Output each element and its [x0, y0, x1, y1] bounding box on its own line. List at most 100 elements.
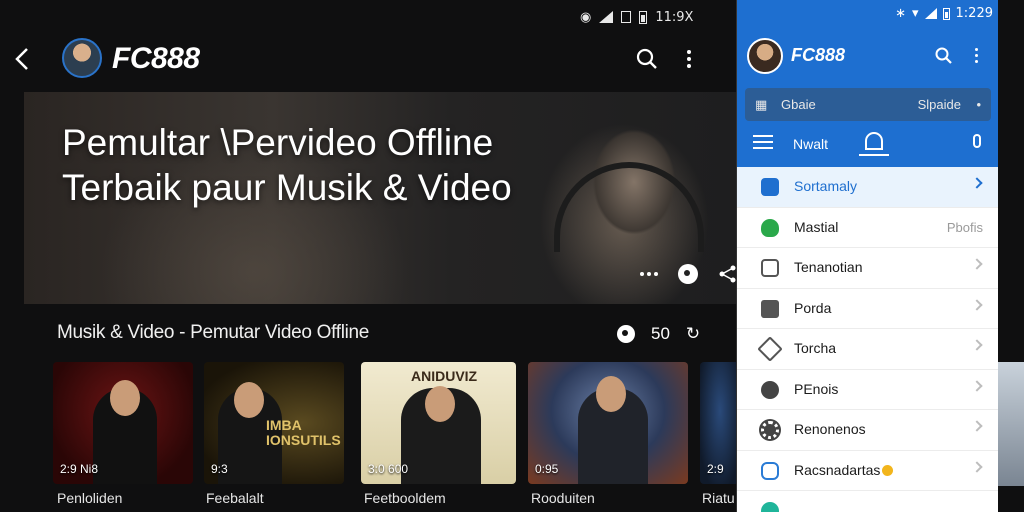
mic-icon[interactable]: • — [976, 97, 981, 112]
card-title[interactable]: Penloliden — [57, 490, 122, 506]
card-duration: 0:95 — [535, 462, 559, 476]
panel-search-icon[interactable] — [935, 47, 953, 65]
chevron-right-icon — [971, 339, 983, 351]
puzzle-icon — [761, 178, 779, 196]
calendar-icon — [761, 259, 779, 277]
panel-item-value: Pbofis — [946, 219, 983, 235]
signal-icon — [599, 11, 614, 23]
wifi-icon: ▾ — [912, 6, 919, 21]
side-panel: ∗ ▾ 1:229 FC888 ▦ Gbaie Slpaide • Nwalt — [736, 0, 998, 512]
panel-tabs: Nwalt — [737, 130, 998, 160]
card-title[interactable]: Riatu — [702, 490, 735, 506]
video-card[interactable]: ANIDUVIZ 3:0 600 — [361, 362, 516, 484]
offscreen-card[interactable] — [998, 362, 1024, 486]
more-vert-icon[interactable] — [682, 50, 696, 72]
search-icon[interactable] — [636, 48, 658, 70]
chevron-right-icon — [971, 258, 983, 270]
panel-item-label: Tenanotian — [794, 259, 863, 275]
tag-icon — [757, 336, 783, 362]
panel-item-label: Racsnadartas — [794, 461, 894, 478]
panel-list-item[interactable]: Torcha — [737, 329, 998, 370]
panel-item-label: Porda — [794, 299, 832, 316]
panel-item-label: Renonenos — [794, 421, 866, 437]
card-duration: 2:9 — [707, 462, 724, 476]
card-title[interactable]: Rooduiten — [531, 490, 595, 506]
panel-header: ∗ ▾ 1:229 FC888 ▦ Gbaie Slpaide • Nwalt — [737, 0, 998, 167]
back-arrow-icon[interactable] — [14, 46, 36, 72]
battery-icon — [942, 7, 950, 20]
video-card[interactable]: 0:95 — [528, 362, 688, 484]
status-bar: ◉ 11:9X — [580, 8, 693, 26]
card-art-text: IMBA IONSUTILS — [266, 417, 341, 448]
card-face — [110, 380, 140, 416]
panel-search-bar[interactable]: ▦ Gbaie Slpaide • — [745, 88, 991, 121]
card-art-text: ANIDUVIZ — [411, 368, 478, 384]
panel-list-item[interactable]: Porda — [737, 289, 998, 329]
panel-item-text: Racsnadartas — [794, 461, 881, 478]
app-brand: FC888 — [112, 42, 200, 75]
card-title[interactable]: Feetbooldem — [364, 490, 446, 506]
card-duration: 3:0 600 — [368, 462, 409, 476]
tab-indicator — [859, 154, 889, 156]
hero-title: Pemultar \Pervideo Offline Terbaik paur … — [62, 122, 512, 208]
panel-list-item[interactable]: Renonenos — [737, 410, 998, 451]
bluetooth-icon: ∗ — [895, 6, 906, 21]
more-horiz-icon[interactable] — [640, 272, 658, 276]
chevron-right-icon — [971, 298, 983, 311]
tab-label[interactable]: Nwalt — [793, 136, 828, 152]
chevron-right-icon — [971, 420, 983, 432]
panel-avatar[interactable] — [747, 38, 783, 74]
panel-list: Sortamaly Mastial Pbofis Tenanotian Pord… — [737, 167, 998, 512]
video-card[interactable]: 2:9 — [700, 362, 740, 484]
chat-bot-icon — [761, 461, 779, 480]
panel-item-label: PEnois — [794, 380, 839, 397]
panel-status-bar: ∗ ▾ 1:229 — [895, 6, 993, 21]
search-left-text: Gbaie — [781, 97, 816, 112]
section-actions: 50 ↻ — [617, 324, 700, 344]
panel-list-item[interactable]: PEnois — [737, 370, 998, 410]
section-title: Musik & Video - Pemutar Video Offline — [57, 322, 370, 343]
comment-icon[interactable] — [678, 264, 698, 284]
share-icon[interactable] — [718, 264, 736, 284]
card-face — [234, 382, 264, 418]
panel-more-vert-icon[interactable] — [975, 48, 978, 63]
panel-list-item[interactable]: Racsnadartas — [737, 451, 998, 491]
refresh-icon[interactable]: ↻ — [686, 324, 700, 344]
section-count: 50 — [651, 324, 670, 343]
alarm-icon: ◉ — [580, 9, 592, 25]
chevron-right-icon — [971, 460, 983, 473]
card-face — [425, 386, 455, 422]
hero-actions — [640, 264, 736, 284]
chevron-right-icon — [971, 379, 983, 392]
card-duration: 9:3 — [211, 462, 228, 476]
panel-list-item-partial[interactable] — [737, 491, 998, 512]
shield-check-icon — [761, 218, 779, 237]
avatar[interactable] — [62, 38, 102, 78]
sim-icon — [621, 11, 632, 23]
panel-item-label: Sortamaly — [794, 178, 858, 194]
panel-item-label: Mastial — [794, 218, 839, 235]
status-time: 11:9X — [655, 9, 694, 25]
video-card[interactable]: IMBA IONSUTILS 9:3 — [204, 362, 344, 484]
panel-brand: FC888 — [791, 45, 846, 65]
panel-list-item[interactable]: Tenanotian — [737, 248, 998, 289]
partial-item-icon — [761, 502, 779, 512]
section-search-icon[interactable] — [617, 325, 635, 343]
grid-icon: ▦ — [755, 97, 768, 112]
notification-badge — [882, 465, 894, 477]
panel-list-item[interactable]: Mastial Pbofis — [737, 208, 998, 248]
panel-item-label: Torcha — [794, 340, 837, 356]
hero-banner[interactable]: Pemultar \Pervideo Offline Terbaik paur … — [24, 92, 736, 304]
video-card[interactable]: 2:9 Ni8 — [53, 362, 193, 484]
app-bar: FC888 — [0, 36, 736, 84]
panel-status-time: 1:229 — [955, 6, 993, 21]
chevron-right-icon — [971, 177, 983, 189]
clock-icon — [761, 380, 779, 399]
home-icon[interactable] — [865, 132, 883, 150]
panel-list-item[interactable]: Sortamaly — [737, 167, 998, 208]
settings-icon[interactable] — [973, 134, 981, 148]
search-right-text: Slpaide — [917, 97, 961, 112]
bag-icon — [761, 299, 779, 318]
card-title[interactable]: Feebalalt — [206, 490, 264, 506]
menu-icon[interactable] — [753, 135, 773, 149]
